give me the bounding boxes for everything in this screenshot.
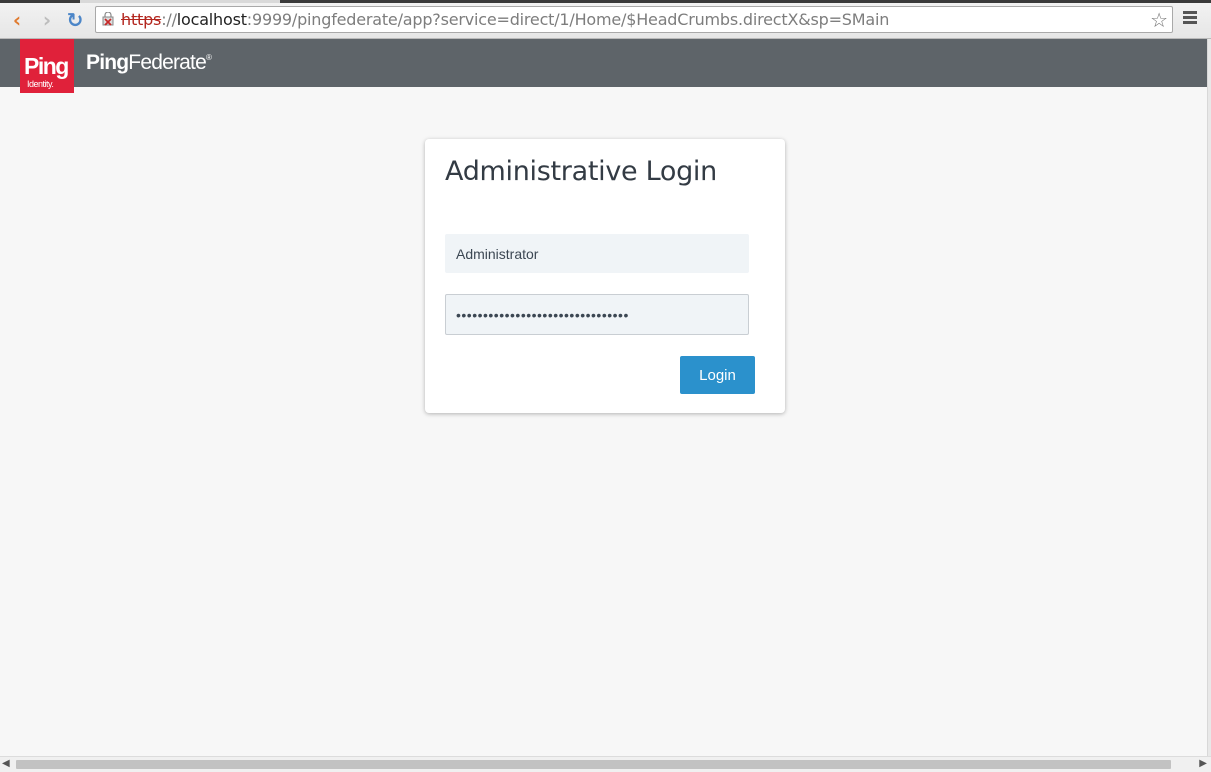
- logo-sub-text: Identity.: [27, 79, 54, 89]
- login-title: Administrative Login: [445, 156, 717, 187]
- browser-toolbar: ‹ › ↻ https://localhost:9999/pingfederat…: [0, 0, 1211, 39]
- browser-menu-icon[interactable]: [1183, 11, 1197, 26]
- app-header: Ping Identity. PingFederate®: [0, 39, 1211, 93]
- scroll-right-arrow-icon[interactable]: ▶: [1199, 758, 1207, 769]
- login-button[interactable]: Login: [680, 356, 755, 394]
- tab-strip-edge: [0, 0, 1211, 3]
- product-name-rest: Federate: [128, 51, 206, 74]
- menu-bar-line: [1183, 11, 1197, 14]
- reload-button[interactable]: ↻: [64, 8, 86, 32]
- login-card: Administrative Login Login: [425, 139, 785, 413]
- password-field[interactable]: [445, 294, 749, 335]
- registered-mark: ®: [205, 53, 212, 62]
- product-name: PingFederate®: [86, 51, 212, 75]
- url-path: :9999/pingfederate/app?service=direct/1/…: [246, 10, 890, 29]
- active-tab-edge: [80, 0, 280, 3]
- url-separator: ://: [161, 10, 177, 29]
- product-name-bold: Ping: [86, 51, 129, 74]
- forward-button[interactable]: ›: [36, 8, 58, 32]
- vertical-scrollbar-edge: [1207, 39, 1211, 756]
- menu-bar-line: [1183, 16, 1197, 19]
- url-text[interactable]: https://localhost:9999/pingfederate/app?…: [121, 10, 889, 29]
- horizontal-scrollbar[interactable]: ◀ ▶: [0, 756, 1211, 772]
- address-bar[interactable]: https://localhost:9999/pingfederate/app?…: [95, 6, 1173, 33]
- bookmark-star-icon[interactable]: ☆: [1150, 8, 1168, 32]
- url-scheme: https: [121, 10, 162, 29]
- username-field[interactable]: [445, 234, 749, 273]
- scrollbar-thumb[interactable]: [16, 760, 1171, 769]
- logo-main-text: Ping: [24, 53, 69, 79]
- menu-bar-line: [1183, 21, 1197, 24]
- insecure-lock-icon: [102, 12, 114, 26]
- scroll-left-arrow-icon[interactable]: ◀: [2, 758, 10, 769]
- back-button[interactable]: ‹: [6, 8, 28, 32]
- url-host: localhost: [176, 10, 247, 29]
- ping-identity-logo: Ping Identity.: [20, 39, 74, 93]
